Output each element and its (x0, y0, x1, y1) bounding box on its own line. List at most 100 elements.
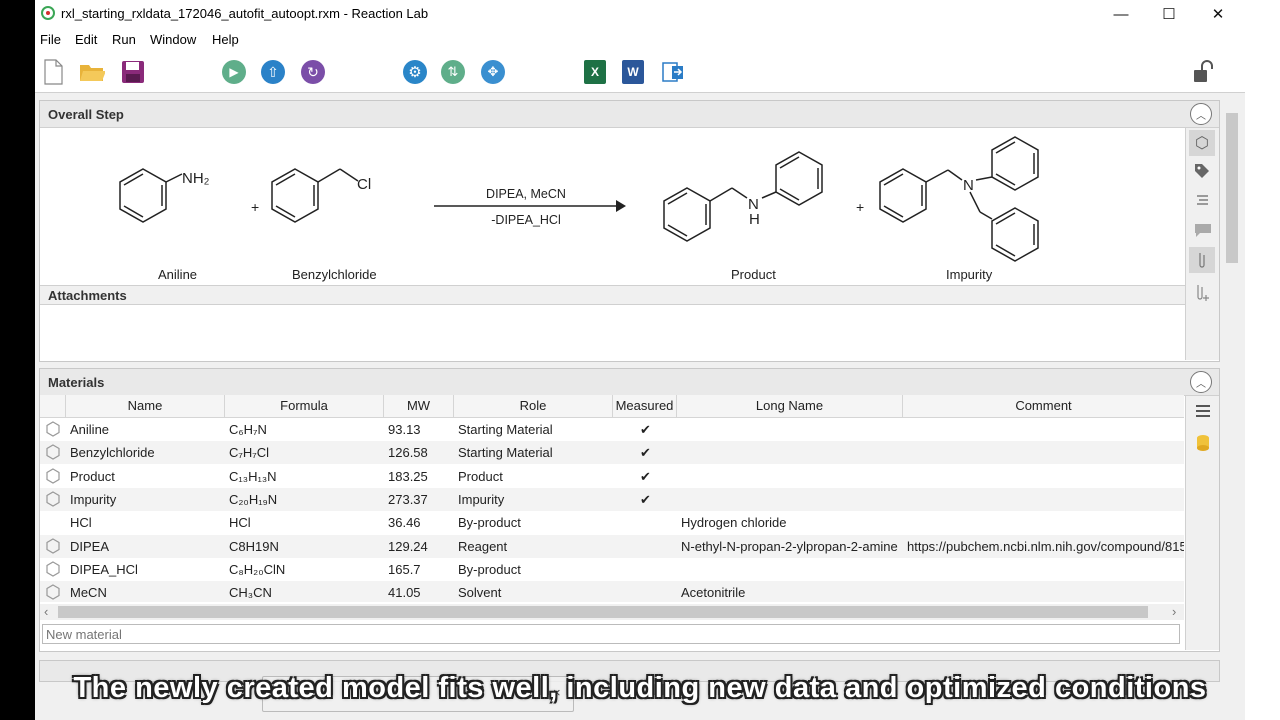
molecule-hex-icon[interactable] (45, 561, 61, 577)
table-row[interactable]: Product C₁₃H₁₃N 183.25 Product ✔ (40, 464, 1184, 488)
molecule-hex-icon[interactable] (45, 537, 61, 554)
column-header-mw[interactable]: MW (384, 395, 454, 417)
lock-icon[interactable] (1191, 59, 1217, 85)
video-caption: The newly created model fits well, inclu… (73, 672, 1207, 704)
close-button[interactable]: ✕ (1195, 0, 1241, 28)
export-icon[interactable] (660, 59, 686, 85)
table-row[interactable]: HCl HCl 36.46 By-product Hydrogen chloride (40, 511, 1184, 535)
materials-panel: Materials ︿ Name Formula MW Role Measure… (39, 368, 1220, 652)
settings-icon[interactable]: ⚙ (402, 59, 428, 85)
plus-sign-1: + (251, 199, 259, 215)
impurity-ring-2 (991, 136, 1039, 191)
database-icon[interactable] (1196, 434, 1210, 452)
byproduct-label: -DIPEA_HCl (491, 213, 560, 227)
cell-measured[interactable]: ✔ (640, 445, 651, 461)
tag-icon[interactable] (1194, 163, 1212, 181)
molecule-label-product: Product (731, 267, 776, 282)
impurity-ring-3 (991, 207, 1039, 262)
collapse-button[interactable]: ︿ (1190, 371, 1212, 393)
new-material-input[interactable] (42, 624, 1180, 644)
molecule-hex-icon[interactable] (45, 584, 61, 600)
comment-icon[interactable] (1194, 223, 1212, 239)
vertical-scrollbar[interactable] (1223, 95, 1241, 667)
materials-table-body: Aniline C₆H₇N 93.13 Starting Material ✔ Benzy… (40, 418, 1184, 602)
refresh-icon[interactable]: ↻ (300, 59, 326, 85)
cell-name: Impurity (70, 491, 117, 507)
cell-mw: 165.7 (388, 561, 421, 577)
menu-help[interactable]: Help (212, 32, 239, 47)
cell-name: Product (70, 468, 115, 484)
molecule-hex-icon[interactable] (45, 444, 61, 460)
molecule-hex-icon[interactable] (45, 491, 61, 507)
molecule-hex-icon[interactable] (45, 421, 61, 437)
cell-role: Impurity (458, 491, 505, 507)
menu-window[interactable]: Window (150, 32, 196, 47)
menu-icon[interactable] (1195, 404, 1211, 418)
molecule-hex-icon[interactable] (45, 467, 61, 484)
table-row[interactable]: Impurity C₂₀H₁₉N 273.37 Impurity ✔ (40, 487, 1184, 511)
cell-long-name: Hydrogen chloride (681, 515, 787, 531)
cell-comment: https://pubchem.ncbi.nlm.nih.gov/compoun… (907, 538, 1184, 554)
attachments-header: Attachments (40, 285, 1185, 305)
materials-table-header: Name Formula MW Role Measured Long Name … (40, 395, 1184, 418)
column-header-measured[interactable]: Measured (613, 395, 677, 417)
minimize-button[interactable]: — (1098, 0, 1144, 28)
table-row[interactable]: DIPEA C8H19N 129.24 Reagent N-ethyl-N-propan… (40, 534, 1184, 558)
upload-icon[interactable]: ⇧ (260, 59, 286, 85)
column-header-formula[interactable]: Formula (225, 395, 384, 417)
cell-formula: C₇H₇Cl (229, 445, 269, 461)
list-icon[interactable] (1196, 194, 1210, 206)
add-attachment-icon[interactable] (1195, 283, 1211, 303)
column-header-comment[interactable]: Comment (903, 395, 1184, 417)
open-folder-icon[interactable] (79, 59, 105, 85)
cell-mw: 36.46 (388, 515, 421, 531)
cell-formula: C₆H₇N (229, 422, 267, 437)
overall-step-header: Overall Step ︿ (40, 101, 1219, 128)
molecule-label-impurity: Impurity (946, 267, 993, 282)
cell-measured[interactable]: ✔ (640, 492, 651, 508)
materials-header: Materials ︿ (40, 369, 1219, 396)
horizontal-scrollbar[interactable]: ‹ › (40, 604, 1184, 620)
column-header-role[interactable]: Role (454, 395, 613, 417)
run-icon[interactable]: ▶ (221, 59, 247, 85)
column-header-name[interactable]: Name (66, 395, 225, 417)
cell-name: DIPEA_HCl (70, 561, 138, 577)
scroll-right-button[interactable]: › (1172, 604, 1176, 619)
table-row[interactable]: Benzylchloride C₇H₇Cl 126.58 Starting Mater… (40, 441, 1184, 465)
fit-icon[interactable]: ⇅ (440, 59, 466, 85)
excel-icon[interactable]: X (582, 59, 608, 85)
scrollbar-thumb[interactable] (58, 606, 1148, 618)
atom-label-product-h: H (749, 211, 760, 228)
atom-label-cl: Cl (357, 176, 371, 193)
menu-edit[interactable]: Edit (75, 32, 97, 47)
cell-measured[interactable]: ✔ (640, 469, 651, 485)
menu-file[interactable]: File (40, 32, 61, 47)
column-header-long-name[interactable]: Long Name (677, 395, 903, 417)
menu-run[interactable]: Run (112, 32, 136, 47)
cell-formula: C8H19N (229, 538, 279, 554)
structure-icon[interactable]: ⬡ (1189, 130, 1215, 156)
window-title: rxl_starting_rxldata_172046_autofit_auto… (61, 6, 429, 21)
cell-role: Starting Material (458, 422, 553, 437)
cell-name: HCl (70, 515, 92, 531)
maximize-button[interactable]: ☐ (1146, 0, 1192, 28)
column-header-icon (40, 395, 66, 417)
scroll-left-button[interactable]: ‹ (44, 604, 48, 619)
attachments-title: Attachments (48, 288, 127, 303)
attachment-icon[interactable] (1189, 247, 1215, 273)
materials-side-toolbar (1185, 396, 1219, 650)
word-icon[interactable]: W (620, 59, 646, 85)
table-row[interactable]: DIPEA_HCl C₈H₂₀ClN 165.7 By-product (40, 557, 1184, 581)
cell-mw: 273.37 (388, 491, 428, 507)
table-row[interactable]: MeCN CH₃CN 41.05 Solvent Acetonitrile (40, 581, 1184, 602)
cell-role: Starting Material (458, 445, 553, 461)
collapse-button[interactable]: ︿ (1190, 103, 1212, 125)
optimize-icon[interactable]: ✥ (480, 59, 506, 85)
save-icon[interactable] (120, 59, 146, 85)
cell-formula: C₈H₂₀ClN (229, 561, 286, 577)
new-file-icon[interactable] (40, 59, 66, 85)
vertical-scrollbar-thumb[interactable] (1226, 113, 1238, 263)
table-row[interactable]: Aniline C₆H₇N 93.13 Starting Material ✔ (40, 418, 1184, 441)
cell-measured[interactable]: ✔ (640, 422, 651, 438)
reaction-scheme: NH₂ Cl N H N + + DIPEA, MeCN -DIPEA_HCl (119, 136, 1039, 262)
